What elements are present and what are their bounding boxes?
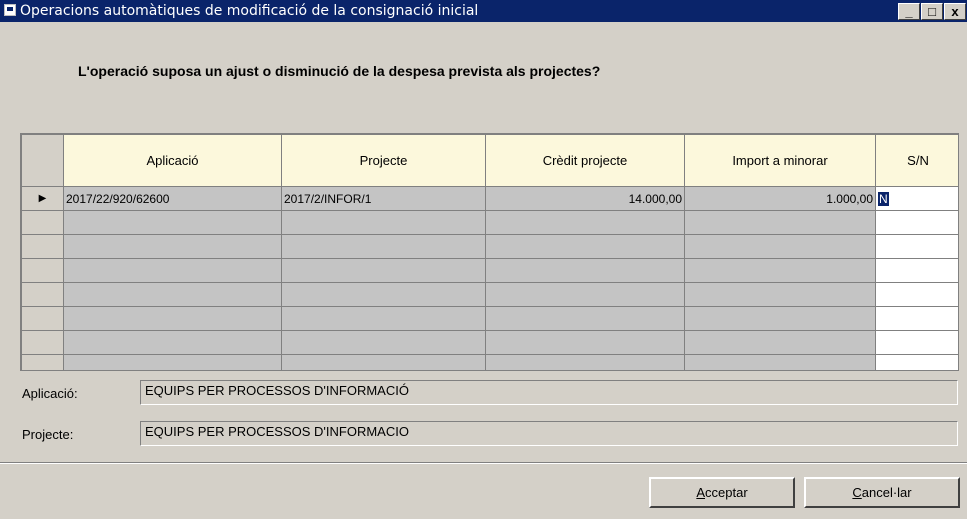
cell-projecte[interactable] [281,306,486,331]
cell-projecte[interactable] [281,258,486,283]
accept-mnemonic: A [696,485,706,500]
row-selector[interactable] [21,354,64,370]
cell-sn[interactable] [875,234,958,259]
aplicacio-description-field[interactable]: EQUIPS PER PROCESSOS D'INFORMACIÓ [140,380,958,405]
close-button[interactable]: x [944,3,966,20]
empty-table-row[interactable] [21,282,958,307]
maximize-button[interactable]: □ [921,3,943,20]
cell-credit[interactable] [485,210,685,235]
minimize-button[interactable]: _ [898,3,920,20]
projecte-description-field[interactable]: EQUIPS PER PROCESSOS D'INFORMACIO [140,421,958,446]
grid-header-row: Aplicació Projecte Crèdit projecte Impor… [21,134,958,187]
accept-button[interactable]: Acceptar [649,477,795,508]
cell-import[interactable] [684,306,876,331]
column-header-sn[interactable]: S/N [875,134,958,187]
cancel-label: ancel·lar [861,485,912,500]
cell-aplicacio[interactable]: 2017/22/920/62600 [63,186,282,211]
cell-import[interactable] [684,234,876,259]
projects-grid[interactable]: Aplicació Projecte Crèdit projecte Impor… [20,133,959,371]
cell-credit[interactable] [485,234,685,259]
column-header-aplicacio[interactable]: Aplicació [63,134,282,187]
projecte-label: Projecte: [22,427,74,442]
cell-sn[interactable] [875,330,958,355]
cell-aplicacio[interactable] [63,282,282,307]
window-icon[interactable] [4,4,16,16]
column-header-projecte[interactable]: Projecte [281,134,486,187]
sn-value[interactable]: N [878,191,889,206]
cell-import[interactable] [684,330,876,355]
title-bar[interactable]: Operacions automàtiques de modificació d… [0,0,967,22]
cell-aplicacio[interactable] [63,306,282,331]
cell-projecte[interactable] [281,330,486,355]
row-selector[interactable] [21,234,64,259]
cell-credit[interactable] [485,258,685,283]
accept-label: cceptar [705,485,748,500]
cell-projecte[interactable] [281,210,486,235]
empty-table-row[interactable] [21,210,958,235]
cell-aplicacio[interactable] [63,234,282,259]
aplicacio-label: Aplicació: [22,386,78,401]
column-header-credit[interactable]: Crèdit projecte [485,134,685,187]
cancel-mnemonic: C [852,485,862,500]
cell-sn[interactable] [875,282,958,307]
row-selector[interactable] [21,210,64,235]
row-selector[interactable] [21,330,64,355]
cell-credit[interactable] [485,306,685,331]
cell-import[interactable]: 1.000,00 [684,186,876,211]
cell-sn[interactable] [875,258,958,283]
column-header-import[interactable]: Import a minorar [684,134,876,187]
cell-credit[interactable]: 14.000,00 [485,186,685,211]
cell-import[interactable] [684,282,876,307]
row-selector[interactable] [21,306,64,331]
empty-table-row[interactable] [21,306,958,331]
row-selector-icon[interactable]: ▶ [21,186,64,211]
cell-import[interactable] [684,258,876,283]
cell-aplicacio[interactable] [63,258,282,283]
cell-projecte[interactable]: 2017/2/INFOR/1 [281,186,486,211]
cell-aplicacio[interactable] [63,330,282,355]
cell-import[interactable] [684,354,876,370]
empty-table-row[interactable] [21,354,958,370]
cell-sn[interactable] [875,210,958,235]
dialog-window: Operacions automàtiques de modificació d… [0,0,967,519]
grid-corner [21,134,64,187]
cell-credit[interactable] [485,282,685,307]
cell-sn[interactable]: N [875,186,958,211]
cell-aplicacio[interactable] [63,354,282,370]
cell-credit[interactable] [485,330,685,355]
cell-aplicacio[interactable] [63,210,282,235]
row-selector[interactable] [21,282,64,307]
empty-table-row[interactable] [21,330,958,355]
row-selector[interactable] [21,258,64,283]
empty-table-row[interactable] [21,234,958,259]
cell-projecte[interactable] [281,282,486,307]
cell-import[interactable] [684,210,876,235]
question-text: L'operació suposa un ajust o disminució … [78,63,601,79]
cell-sn[interactable] [875,306,958,331]
cell-projecte[interactable] [281,234,486,259]
empty-table-row[interactable] [21,258,958,283]
table-row[interactable]: ▶ 2017/22/920/62600 2017/2/INFOR/1 14.00… [21,186,958,211]
cell-projecte[interactable] [281,354,486,370]
cell-credit[interactable] [485,354,685,370]
cell-sn[interactable] [875,354,958,370]
window-title: Operacions automàtiques de modificació d… [20,3,479,19]
separator-line [0,462,967,464]
cancel-button[interactable]: Cancel·lar [804,477,960,508]
